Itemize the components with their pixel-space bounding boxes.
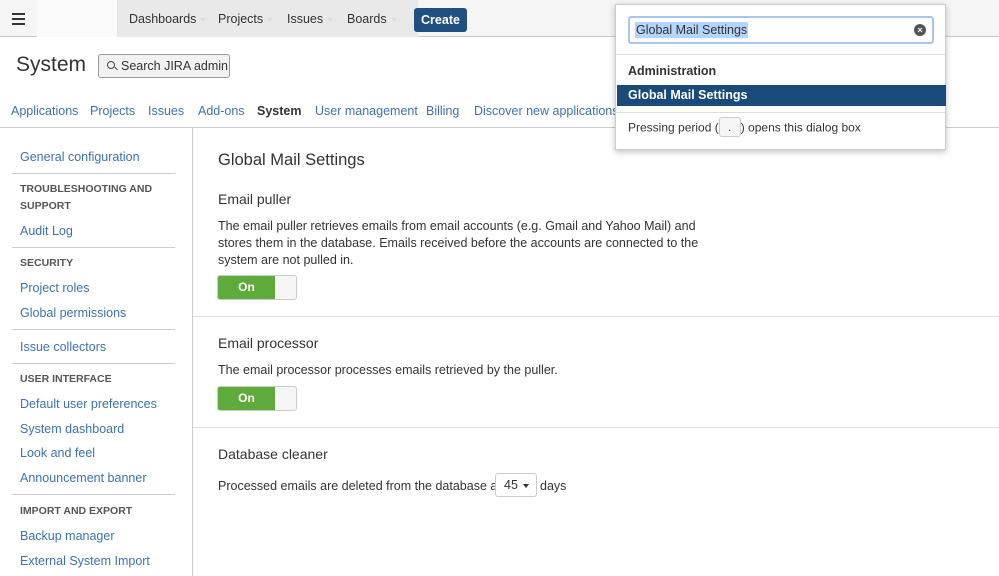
sidebar-item-general-configuration[interactable]: General configuration xyxy=(20,150,140,164)
search-icon xyxy=(107,61,115,69)
tab-discover-applications[interactable]: Discover new applications xyxy=(474,104,619,118)
menu-icon[interactable] xyxy=(0,0,37,37)
clear-icon[interactable]: × xyxy=(914,24,926,36)
main-title: Global Mail Settings xyxy=(218,151,365,169)
divider xyxy=(12,494,175,495)
divider xyxy=(616,112,945,113)
toggle-on-label: On xyxy=(218,276,275,299)
section-title-email-puller: Email puller xyxy=(218,191,292,207)
divider xyxy=(12,173,175,174)
divider xyxy=(193,427,999,428)
period-key: . xyxy=(718,117,741,137)
sidebar: General configuration TROUBLESHOOTING AN… xyxy=(0,128,193,576)
divider xyxy=(12,363,175,364)
dialog-hint: Pressing period (.) opens this dialog bo… xyxy=(628,117,861,137)
database-cleaner-text: Processed emails are deleted from the da… xyxy=(218,479,516,493)
sidebar-item-look-and-feel[interactable]: Look and feel xyxy=(20,446,95,460)
sidebar-item-announcement-banner[interactable]: Announcement banner xyxy=(20,471,146,485)
tab-add-ons[interactable]: Add-ons xyxy=(198,104,245,118)
sidebar-item-issue-collectors[interactable]: Issue collectors xyxy=(20,340,106,354)
divider xyxy=(616,54,945,55)
page-title: System xyxy=(16,53,87,76)
sidebar-heading-security: SECURITY xyxy=(20,257,74,269)
tab-user-management[interactable]: User management xyxy=(315,104,418,118)
days-select-value: 45 xyxy=(504,478,518,492)
tab-issues[interactable]: Issues xyxy=(148,104,184,118)
nav-projects[interactable]: Projects xyxy=(218,0,274,37)
divider xyxy=(12,329,175,330)
toggle-on-label: On xyxy=(218,387,275,410)
chevron-down-icon xyxy=(390,17,397,22)
chevron-down-icon xyxy=(267,17,274,22)
email-puller-description: The email puller retrieves emails from e… xyxy=(218,219,699,267)
search-admin-button[interactable]: Search JIRA admin xyxy=(98,54,230,78)
chevron-down-icon xyxy=(523,484,529,488)
days-select[interactable]: 45 xyxy=(495,473,537,497)
create-button[interactable]: Create xyxy=(414,8,467,32)
sidebar-item-system-dashboard[interactable]: System dashboard xyxy=(20,422,124,436)
section-title-email-processor: Email processor xyxy=(218,335,319,351)
admin-search-input[interactable]: Global Mail Settings × xyxy=(628,16,934,44)
chevron-down-icon xyxy=(327,17,334,22)
sidebar-item-backup-manager[interactable]: Backup manager xyxy=(20,529,115,543)
sidebar-item-project-roles[interactable]: Project roles xyxy=(20,281,89,295)
divider xyxy=(193,316,999,317)
email-puller-toggle[interactable]: On xyxy=(217,275,297,300)
search-result-item[interactable]: Global Mail Settings xyxy=(617,85,946,106)
admin-search-input-value: Global Mail Settings xyxy=(635,22,749,38)
tab-system[interactable]: System xyxy=(257,104,301,118)
nav-issues[interactable]: Issues xyxy=(287,0,334,37)
tab-projects[interactable]: Projects xyxy=(90,104,135,118)
sidebar-item-external-system-import[interactable]: External System Import xyxy=(20,554,150,568)
tab-billing[interactable]: Billing xyxy=(426,104,459,118)
days-label: days xyxy=(540,479,567,493)
sidebar-item-audit-log[interactable]: Audit Log xyxy=(20,224,73,238)
tab-applications[interactable]: Applications xyxy=(11,104,78,118)
nav-boards[interactable]: Boards xyxy=(347,0,397,37)
chevron-down-icon xyxy=(200,17,207,22)
divider xyxy=(12,247,175,248)
sidebar-heading-troubleshooting: TROUBLESHOOTING AND SUPPORT xyxy=(20,183,153,212)
sidebar-item-global-permissions[interactable]: Global permissions xyxy=(20,306,126,320)
section-title-database-cleaner: Database cleaner xyxy=(218,446,328,462)
email-processor-description: The email processor processes emails ret… xyxy=(218,363,558,377)
sidebar-heading-user-interface: USER INTERFACE xyxy=(20,373,112,385)
sidebar-heading-import-export: IMPORT AND EXPORT xyxy=(20,505,133,517)
admin-search-dialog: Global Mail Settings × Administration Gl… xyxy=(615,4,946,150)
email-processor-toggle[interactable]: On xyxy=(217,386,297,411)
sidebar-item-default-user-preferences[interactable]: Default user preferences xyxy=(20,397,157,411)
nav-dashboards[interactable]: Dashboards xyxy=(129,0,207,37)
results-section-heading: Administration xyxy=(628,64,717,78)
logo-placeholder[interactable] xyxy=(37,0,118,37)
